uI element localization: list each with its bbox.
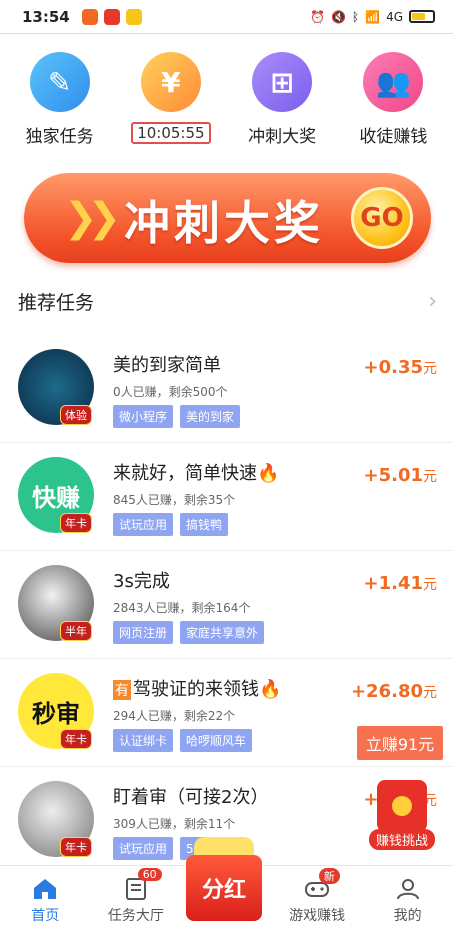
sprint-prize-banner[interactable]: ❯❯ 冲刺大奖 GO: [24, 173, 431, 263]
countdown-timer: 10:05:55: [131, 122, 211, 144]
user-icon: [396, 879, 419, 900]
task-row[interactable]: 快赚 年卡 来就好，简单快速🔥 845人已赚，剩余35个 试玩应用 搞钱鸭 +5…: [0, 443, 453, 551]
status-time: 13:54: [22, 7, 70, 26]
task-tag: 认证绑卡: [113, 729, 174, 752]
instant-earn-button[interactable]: 立赚91元: [357, 726, 443, 760]
task-title-text: 驾驶证的来领钱🔥: [133, 679, 282, 700]
menu-label: 独家任务: [25, 127, 94, 147]
task-row[interactable]: 体验 美的到家简单 0人已赚，剩余500个 微小程序 美的到家 +0.35元: [0, 335, 453, 443]
task-title: 来就好，简单快速🔥: [113, 463, 280, 484]
task-reward: +5.01元: [364, 465, 438, 486]
task-tag: 家庭共享意外: [180, 621, 265, 644]
nav-game-earn[interactable]: 游戏赚钱 新: [272, 866, 363, 929]
users-icon: 👥: [363, 52, 424, 112]
reward-value: +5.01: [363, 465, 424, 486]
task-tags: 试玩应用 搞钱鸭: [113, 513, 229, 536]
app-notification-icon: [81, 8, 98, 25]
app-notification-icon: [103, 8, 120, 25]
edit-icon: ✎: [29, 52, 90, 112]
chevron-right-icon: ›: [428, 288, 437, 314]
menu-sprint-prize[interactable]: ⊞ 冲刺大奖: [227, 52, 337, 147]
banner-title: 冲刺大奖: [124, 196, 324, 250]
earn-challenge-button[interactable]: 赚钱挑战: [369, 780, 435, 850]
task-tag: 网页注册: [113, 621, 174, 644]
task-tags: 网页注册 家庭共享意外: [113, 621, 265, 644]
menu-label: 收徒赚钱: [359, 127, 428, 147]
task-title: 3s完成: [113, 571, 170, 592]
task-tag: 试玩应用: [113, 513, 174, 536]
task-tag: 试玩应用: [113, 837, 174, 860]
task-tags: 认证绑卡 哈啰顺风车: [113, 729, 253, 752]
status-right: ⏰ 🔇 ᛒ 📶 4G: [310, 10, 435, 24]
task-badge: 半年: [60, 621, 92, 641]
nav-task-hall[interactable]: 任务大厅 60: [91, 866, 182, 929]
task-badge: 年卡: [60, 837, 92, 857]
menu-apprentice-earn[interactable]: 👥 收徒赚钱: [338, 52, 448, 147]
dividend-label: 分红: [186, 855, 262, 921]
home-icon: [34, 879, 57, 899]
task-row[interactable]: 半年 3s完成 2843人已赚，剩余164个 网页注册 家庭共享意外 +1.41…: [0, 551, 453, 659]
alarm-icon: ⏰: [310, 9, 325, 24]
reward-unit: 元: [423, 469, 437, 485]
task-badge: 年卡: [60, 513, 92, 533]
nav-label: 首页: [31, 908, 60, 924]
task-title: 有驾驶证的来领钱🔥: [113, 675, 281, 701]
reward-unit: 元: [423, 361, 437, 377]
menu-label: 冲刺大奖: [248, 127, 317, 147]
task-title: 美的到家简单: [113, 355, 221, 376]
network-label: 4G: [386, 9, 403, 24]
task-badge: 年卡: [60, 729, 92, 749]
go-button[interactable]: GO: [351, 187, 413, 249]
nav-label: 游戏赚钱: [289, 908, 346, 924]
yen-icon: ¥: [140, 52, 201, 112]
section-title: 推荐任务: [18, 291, 95, 314]
task-stats: 845人已赚，剩余35个: [113, 493, 236, 507]
task-stats: 0人已赚，剩余500个: [113, 385, 228, 399]
task-tag: 美的到家: [180, 405, 241, 428]
reward-value: +0.35: [363, 357, 424, 378]
sitemap-icon: ⊞: [252, 52, 313, 112]
task-reward: +1.41元: [364, 573, 438, 594]
task-stats: 294人已赚，剩余22个: [113, 709, 236, 723]
task-stats: 2843人已赚，剩余164个: [113, 601, 251, 615]
nav-badge: 60: [137, 868, 162, 881]
nav-mine[interactable]: 我的: [362, 866, 453, 929]
task-stats: 309人已赚，剩余11个: [113, 817, 236, 831]
app-notification-icon: [125, 8, 142, 25]
chevron-right-icon: ❯❯: [64, 195, 121, 241]
task-tag: 微小程序: [113, 405, 174, 428]
status-bar: 13:54 ⏰ 🔇 ᛒ 📶 4G: [0, 0, 453, 34]
have-badge: 有: [113, 680, 131, 700]
battery-icon: [409, 10, 435, 23]
task-tag: 哈啰顺风车: [180, 729, 253, 752]
mute-icon: 🔇: [330, 9, 346, 24]
task-title: 盯着审（可接2次）: [113, 787, 269, 808]
nav-dividend[interactable]: 分红: [178, 837, 268, 925]
top-menu: ✎ 独家任务 ¥ 10:05:55 ⊞ 冲刺大奖 👥 收徒赚钱: [0, 34, 453, 147]
recommended-header[interactable]: 推荐任务 ›: [0, 263, 453, 317]
reward-value: +1.41: [363, 573, 424, 594]
reward-unit: 元: [423, 577, 437, 593]
reward-value: +26.80: [350, 681, 423, 702]
task-tag: 搞钱鸭: [180, 513, 229, 536]
menu-timer[interactable]: ¥ 10:05:55: [116, 52, 226, 147]
bluetooth-icon: ᛒ: [351, 9, 360, 24]
task-tags: 微小程序 美的到家: [113, 405, 241, 428]
red-packet-icon: [377, 780, 427, 832]
nav-label: 我的: [393, 908, 422, 924]
nav-label: 任务大厅: [107, 908, 164, 924]
menu-exclusive-tasks[interactable]: ✎ 独家任务: [5, 52, 115, 147]
task-reward: +0.35元: [364, 357, 438, 378]
task-badge: 体验: [60, 405, 92, 425]
nav-home[interactable]: 首页: [0, 866, 91, 929]
nav-badge: 新: [318, 868, 340, 884]
task-reward: +26.80元: [351, 681, 437, 702]
challenge-label: 赚钱挑战: [369, 829, 435, 850]
reward-unit: 元: [423, 685, 437, 701]
status-left: 13:54: [22, 8, 142, 26]
wifi-icon: 📶: [365, 9, 381, 24]
